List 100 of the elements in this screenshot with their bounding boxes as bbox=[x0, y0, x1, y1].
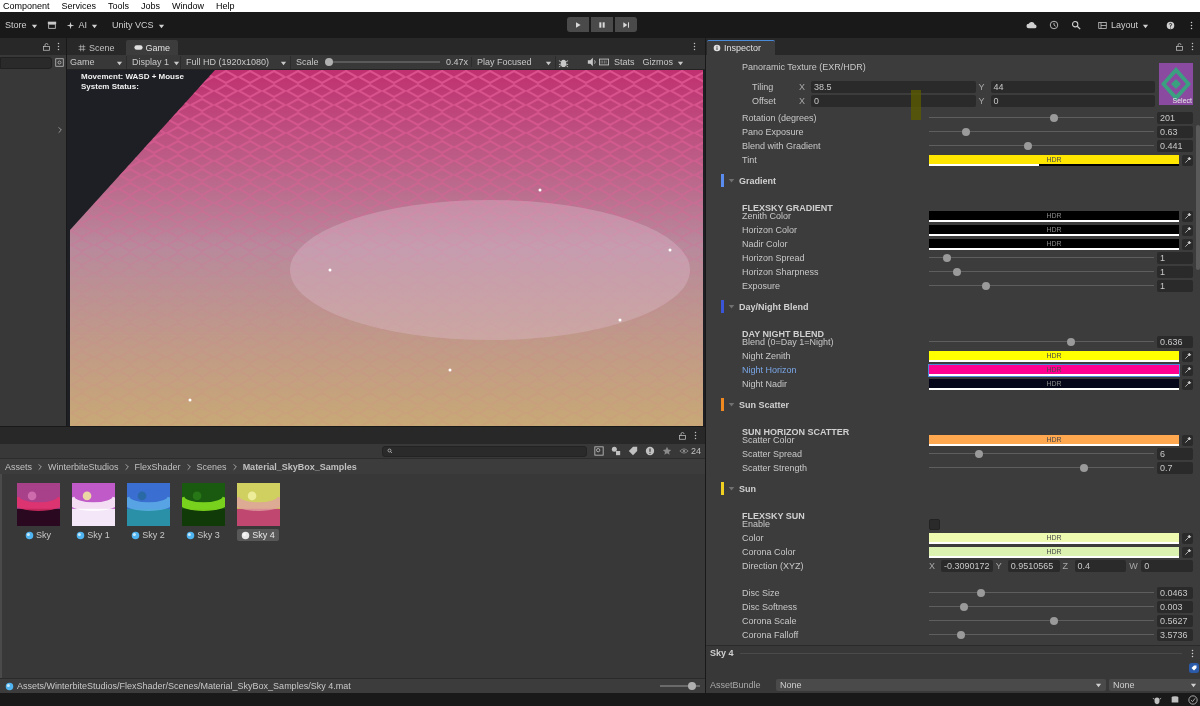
menu-item[interactable]: Component bbox=[0, 0, 56, 12]
search-field[interactable] bbox=[382, 445, 587, 457]
value-field[interactable]: 0.63 bbox=[1157, 126, 1193, 138]
star-icon[interactable] bbox=[662, 446, 672, 456]
slider-thumb[interactable] bbox=[959, 603, 968, 611]
menu-item[interactable]: Tools bbox=[102, 0, 136, 12]
archive-icon[interactable] bbox=[46, 20, 57, 30]
section-header[interactable]: Day/Night Blend bbox=[721, 299, 1193, 314]
tab[interactable]: Game bbox=[125, 40, 179, 55]
cloud-icon[interactable] bbox=[1025, 19, 1037, 31]
value-field[interactable]: 0.5627 bbox=[1157, 615, 1193, 627]
slider-thumb[interactable] bbox=[1049, 617, 1058, 625]
display-dropdown[interactable]: Display 1 bbox=[129, 55, 181, 69]
value-field[interactable]: 0 bbox=[811, 95, 976, 107]
breadcrumb-item[interactable]: Scenes bbox=[196, 461, 227, 472]
checkbox[interactable] bbox=[929, 518, 940, 530]
slider-thumb[interactable] bbox=[1024, 142, 1032, 150]
eyedropper-icon[interactable] bbox=[1182, 210, 1193, 222]
value-field[interactable]: 0 bbox=[1141, 560, 1193, 572]
tag-icon[interactable] bbox=[1189, 663, 1199, 673]
breadcrumb-item[interactable]: Material_SkyBox_Samples bbox=[242, 461, 357, 472]
breadcrumb-item[interactable]: WinterbiteStudios bbox=[48, 461, 119, 472]
stats-button[interactable]: Stats bbox=[611, 55, 638, 69]
breadcrumb-item[interactable]: Assets bbox=[5, 461, 32, 472]
view-dropdown[interactable]: Game bbox=[67, 55, 127, 69]
database-icon[interactable] bbox=[1170, 694, 1180, 705]
play-button[interactable] bbox=[567, 17, 589, 32]
slider-thumb[interactable] bbox=[1049, 114, 1058, 122]
breadcrumb-item[interactable]: FlexShader bbox=[134, 461, 181, 472]
layout-dropdown[interactable]: Layout bbox=[1092, 18, 1154, 32]
eyedropper-icon[interactable] bbox=[1182, 224, 1193, 236]
slider-thumb[interactable] bbox=[324, 58, 333, 66]
eyedropper-icon[interactable] bbox=[1182, 364, 1193, 376]
slider-thumb[interactable] bbox=[982, 282, 991, 290]
value-field[interactable]: 0.636 bbox=[1157, 336, 1193, 348]
lock-icon[interactable] bbox=[678, 431, 687, 440]
asset-label[interactable]: Sky 2 bbox=[127, 529, 169, 541]
value-field[interactable]: -0.3090172 bbox=[941, 560, 993, 572]
eyedropper-icon[interactable] bbox=[1182, 238, 1193, 250]
bundle-dropdown[interactable]: None bbox=[776, 678, 1106, 691]
section-header[interactable]: Sun Scatter bbox=[721, 397, 1193, 412]
tab[interactable]: Scene bbox=[70, 40, 123, 55]
search-field[interactable] bbox=[0, 56, 52, 69]
menu-item[interactable]: Help bbox=[210, 0, 241, 12]
slider-thumb[interactable] bbox=[1066, 338, 1075, 346]
help-icon[interactable] bbox=[1166, 20, 1175, 30]
vcs-dropdown[interactable]: Unity VCS bbox=[107, 18, 170, 32]
scene-search-icon[interactable] bbox=[594, 446, 604, 456]
eyedropper-icon[interactable] bbox=[1182, 378, 1193, 390]
variant-dropdown[interactable]: None bbox=[1109, 678, 1200, 691]
value-field[interactable]: 0.4 bbox=[1074, 560, 1127, 572]
menu-item[interactable]: Jobs bbox=[135, 0, 167, 12]
keyboard-icon[interactable] bbox=[599, 57, 609, 67]
slider-thumb[interactable] bbox=[977, 589, 986, 597]
slider-thumb[interactable] bbox=[956, 631, 965, 639]
slider-thumb[interactable] bbox=[961, 128, 970, 136]
warning-icon[interactable] bbox=[645, 446, 655, 456]
value-field[interactable]: 1 bbox=[1157, 252, 1193, 264]
shapes-icon[interactable] bbox=[611, 446, 621, 456]
slider-thumb[interactable] bbox=[943, 254, 951, 262]
lock-icon[interactable] bbox=[42, 42, 51, 51]
step-button[interactable] bbox=[615, 17, 637, 32]
speaker-icon[interactable] bbox=[587, 57, 597, 67]
value-field[interactable]: 0.441 bbox=[1157, 140, 1193, 152]
value-field[interactable]: 1 bbox=[1157, 280, 1193, 292]
play-mode-dropdown[interactable]: Play Focused bbox=[474, 55, 556, 69]
value-field[interactable]: 0.9510565 bbox=[1007, 560, 1060, 572]
resolution-dropdown[interactable]: Full HD (1920x1080) bbox=[183, 55, 291, 69]
eyedropper-icon[interactable] bbox=[1182, 154, 1193, 166]
menu-item[interactable]: Services bbox=[55, 0, 103, 12]
asset-label[interactable]: Sky 4 bbox=[237, 529, 279, 541]
asset-label[interactable]: Sky 3 bbox=[182, 529, 224, 541]
eyedropper-icon[interactable] bbox=[1182, 532, 1193, 544]
value-field[interactable]: 201 bbox=[1157, 112, 1193, 124]
value-field[interactable]: 0.0463 bbox=[1157, 587, 1193, 599]
eyedropper-icon[interactable] bbox=[1182, 350, 1193, 362]
value-field[interactable]: 0.003 bbox=[1157, 601, 1193, 613]
slider-thumb[interactable] bbox=[688, 682, 696, 690]
section-header[interactable]: Gradient bbox=[721, 173, 1193, 188]
value-field[interactable]: 44 bbox=[990, 81, 1155, 93]
inspector-tab[interactable]: Inspector bbox=[707, 40, 776, 55]
ai-dropdown[interactable]: AI bbox=[60, 18, 104, 32]
value-field[interactable]: 6 bbox=[1157, 448, 1193, 460]
asset-label[interactable]: Sky bbox=[21, 529, 55, 541]
slider-thumb[interactable] bbox=[952, 268, 961, 276]
pause-button[interactable] bbox=[591, 17, 613, 32]
gizmos-dropdown[interactable]: Gizmos bbox=[639, 55, 688, 69]
slider-thumb[interactable] bbox=[974, 450, 983, 458]
search-option-icon[interactable] bbox=[55, 58, 64, 67]
history-icon[interactable] bbox=[1048, 20, 1059, 30]
value-field[interactable]: 3.5736 bbox=[1157, 629, 1193, 641]
value-field[interactable]: 38.5 bbox=[811, 81, 976, 93]
check-circle-icon[interactable] bbox=[1188, 694, 1198, 705]
value-field[interactable]: 1 bbox=[1157, 266, 1193, 278]
asset-label[interactable]: Sky 1 bbox=[72, 529, 114, 541]
eye-icon[interactable] bbox=[679, 446, 689, 456]
slider-thumb[interactable] bbox=[1080, 464, 1089, 472]
section-header[interactable]: Sun bbox=[721, 481, 1193, 496]
value-field[interactable]: 0.7 bbox=[1157, 462, 1193, 474]
lock-icon[interactable] bbox=[1175, 42, 1184, 51]
